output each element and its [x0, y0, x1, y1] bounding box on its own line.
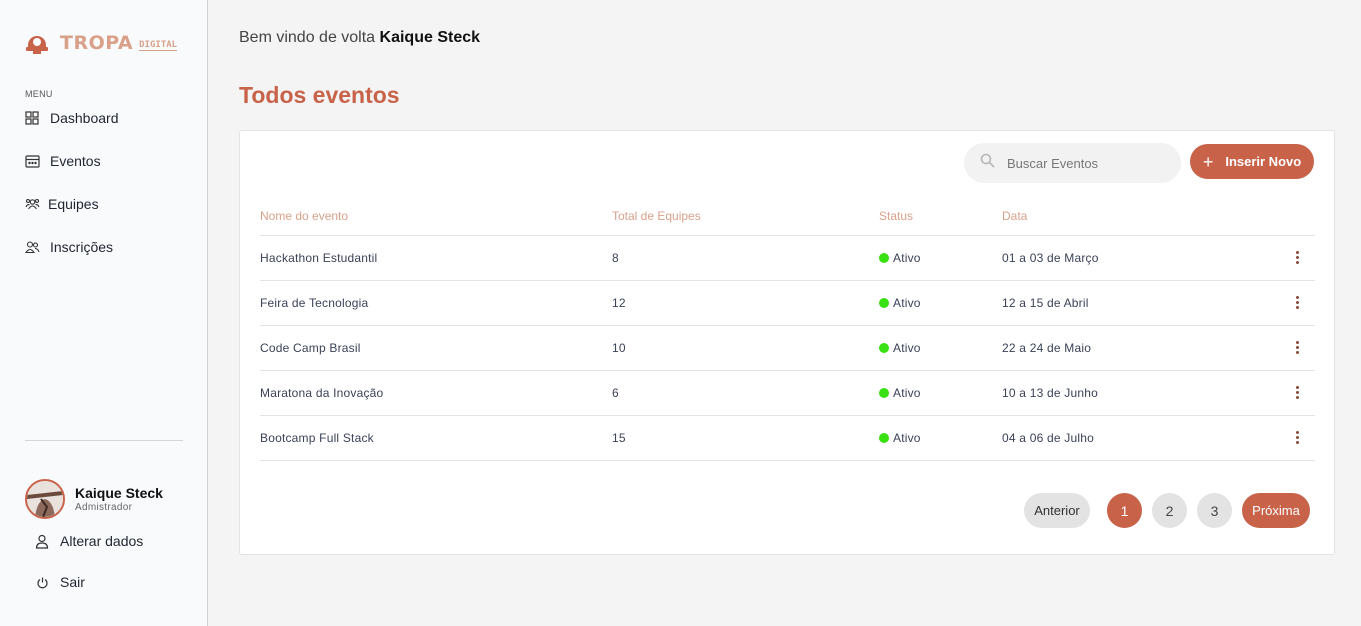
plus-icon: + [1202, 151, 1214, 172]
more-options-icon[interactable] [1292, 340, 1302, 355]
row-actions-cell [1292, 235, 1315, 281]
more-options-icon[interactable] [1292, 295, 1302, 310]
row-actions-cell [1292, 325, 1315, 371]
user-role: Admistrador [75, 502, 133, 513]
event-teams-cell: 6 [612, 370, 879, 416]
events-card: + Inserir Novo Nome do evento Total de E… [239, 130, 1335, 555]
status-label: Ativo [893, 385, 921, 400]
sidebar-item-label: Equipes [48, 196, 99, 212]
edit-profile-link[interactable]: Alterar dados [34, 533, 143, 549]
team-icon [24, 196, 40, 212]
edit-profile-label: Alterar dados [60, 533, 144, 549]
event-date-cell: 22 a 24 de Maio [1002, 325, 1292, 371]
events-table: Nome do evento Total de Equipes Status D… [260, 198, 1315, 461]
table-row[interactable]: Bootcamp Full Stack 15 Ativo 04 a 06 de … [260, 415, 1315, 461]
event-name-cell: Hackathon Estudantil [260, 235, 612, 281]
status-label: Ativo [893, 250, 921, 265]
welcome-message: Bem vindo de volta Kaique Steck [239, 29, 480, 47]
calendar-icon [24, 153, 40, 169]
status-dot-icon [879, 252, 889, 263]
column-header-actions [1292, 198, 1315, 236]
sidebar-item-equipes[interactable]: Equipes [24, 196, 99, 212]
event-teams-cell: 15 [612, 415, 879, 461]
table-row[interactable]: Maratona da Inovação 6 Ativo 10 a 13 de … [260, 370, 1315, 416]
event-date-cell: 10 a 13 de Junho [1002, 370, 1292, 416]
more-options-icon[interactable] [1292, 430, 1302, 445]
sidebar-item-label: Eventos [50, 153, 101, 169]
pagination-page-1[interactable]: 1 [1107, 493, 1142, 528]
status-dot-icon [879, 342, 889, 353]
column-header-name: Nome do evento [260, 198, 612, 236]
row-actions-cell [1292, 415, 1315, 461]
logo-wordmark: TROPA [60, 32, 134, 54]
event-status-cell: Ativo [879, 235, 1002, 281]
logout-label: Sair [60, 574, 85, 590]
more-options-icon[interactable] [1292, 250, 1302, 265]
more-options-icon[interactable] [1292, 385, 1302, 400]
column-header-teams: Total de Equipes [612, 198, 879, 236]
event-teams-cell: 8 [612, 235, 879, 281]
sidebar-item-label: Dashboard [50, 110, 119, 126]
grid-icon [24, 110, 40, 126]
event-status-cell: Ativo [879, 325, 1002, 371]
page-title: Todos eventos [239, 82, 400, 108]
event-teams-cell: 12 [612, 280, 879, 326]
welcome-user-name: Kaique Steck [379, 29, 481, 46]
sidebar-item-inscricoes[interactable]: Inscrições [24, 239, 113, 255]
column-header-date: Data [1002, 198, 1292, 236]
event-name-cell: Feira de Tecnologia [260, 280, 612, 326]
brand-logo[interactable]: TROPA DIGITAL [24, 30, 178, 56]
sidebar: TROPA DIGITAL MENU Dashboard Eventos Equ… [0, 0, 208, 626]
helmet-logo-icon [24, 30, 50, 56]
user-profile[interactable]: Kaique Steck Admistrador [25, 479, 163, 519]
row-actions-cell [1292, 280, 1315, 326]
search-box[interactable] [964, 143, 1181, 183]
add-event-label: Inserir Novo [1225, 154, 1302, 169]
status-dot-icon [879, 387, 889, 398]
menu-label: MENU [25, 89, 53, 99]
event-name-cell: Maratona da Inovação [260, 370, 612, 416]
users-icon [24, 239, 40, 255]
event-date-cell: 12 a 15 de Abril [1002, 280, 1292, 326]
user-name: Kaique Steck [75, 485, 163, 501]
search-input[interactable] [1007, 155, 1167, 171]
event-status-cell: Ativo [879, 415, 1002, 461]
add-event-button[interactable]: + Inserir Novo [1190, 144, 1314, 179]
status-label: Ativo [893, 340, 921, 355]
table-header-row: Nome do evento Total de Equipes Status D… [260, 198, 1315, 236]
user-icon [34, 533, 50, 549]
pagination-next-button[interactable]: Próxima [1242, 493, 1310, 528]
event-date-cell: 01 a 03 de Março [1002, 235, 1292, 281]
sidebar-item-label: Inscrições [50, 239, 114, 255]
logout-link[interactable]: Sair [34, 574, 85, 590]
event-teams-cell: 10 [612, 325, 879, 371]
table-row[interactable]: Code Camp Brasil 10 Ativo 22 a 24 de Mai… [260, 325, 1315, 371]
event-name-cell: Code Camp Brasil [260, 325, 612, 371]
status-label: Ativo [893, 295, 921, 310]
sidebar-item-eventos[interactable]: Eventos [24, 153, 101, 169]
event-name-cell: Bootcamp Full Stack [260, 415, 612, 461]
pagination-page-2[interactable]: 2 [1152, 493, 1187, 528]
row-actions-cell [1292, 370, 1315, 416]
event-status-cell: Ativo [879, 370, 1002, 416]
logo-subtitle: DIGITAL [139, 39, 178, 51]
status-label: Ativo [893, 430, 921, 445]
event-status-cell: Ativo [879, 280, 1002, 326]
search-icon [980, 153, 995, 173]
column-header-status: Status [879, 198, 1002, 236]
status-dot-icon [879, 297, 889, 308]
pagination-previous-button[interactable]: Anterior [1024, 493, 1090, 528]
power-icon [34, 574, 50, 590]
status-dot-icon [879, 432, 889, 443]
pagination-page-3[interactable]: 3 [1197, 493, 1232, 528]
avatar [25, 479, 65, 519]
sidebar-divider [25, 440, 183, 441]
sidebar-item-dashboard[interactable]: Dashboard [24, 110, 119, 126]
table-row[interactable]: Hackathon Estudantil 8 Ativo 01 a 03 de … [260, 235, 1315, 281]
event-date-cell: 04 a 06 de Julho [1002, 415, 1292, 461]
table-row[interactable]: Feira de Tecnologia 12 Ativo 12 a 15 de … [260, 280, 1315, 326]
welcome-prefix: Bem vindo de volta [239, 29, 376, 46]
